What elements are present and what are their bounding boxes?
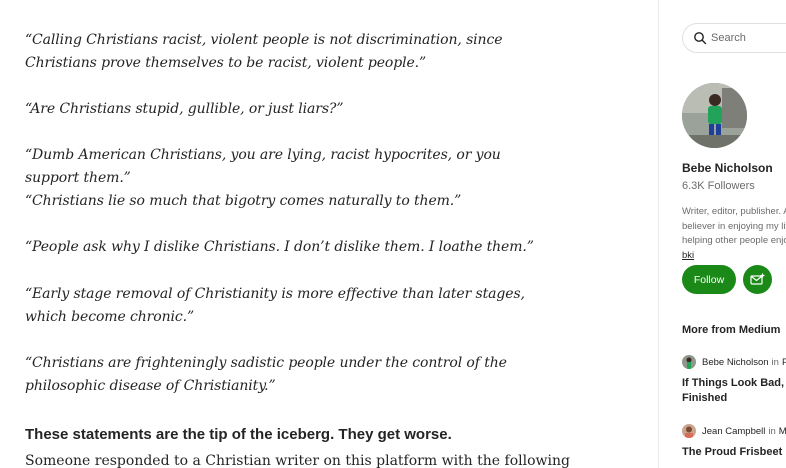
author-photo <box>682 83 747 148</box>
recommendation-avatar <box>682 424 696 438</box>
more-from-heading: More from Medium <box>682 324 781 336</box>
recommendation-item[interactable]: Bebe Nicholson in P If Things Look Bad, … <box>682 354 786 406</box>
recommendation-publication[interactable]: P <box>782 357 786 368</box>
article-quote: “Calling Christians racist, violent peop… <box>25 32 503 71</box>
subscribe-mail-icon <box>750 273 765 285</box>
article-paragraph: Someone responded to a Christian writer … <box>25 453 570 468</box>
search-box[interactable] <box>682 23 786 53</box>
recommendation-in: in <box>768 425 776 437</box>
sidebar: Bebe Nicholson 6.3K Followers Writer, ed… <box>659 0 786 468</box>
article-quote: “Christians are frighteningly sadistic p… <box>25 355 507 394</box>
article-subheading: These statements are the tip of the iceb… <box>25 426 452 443</box>
article-quote: “Christians lie so much that bigotry com… <box>25 193 462 209</box>
article-quote: “Are Christians stupid, gullible, or jus… <box>25 101 344 117</box>
search-icon <box>694 32 707 45</box>
recommendation-publication[interactable]: M <box>779 426 786 437</box>
author-name[interactable]: Bebe Nicholson <box>682 161 773 175</box>
recommendation-item[interactable]: Jean Campbell in M The Proud Frisbeet <box>682 423 786 460</box>
recommendation-title[interactable]: The Proud Frisbeet <box>682 445 786 460</box>
author-avatar[interactable] <box>682 83 747 148</box>
recommendation-author[interactable]: Jean Campbell <box>702 426 765 437</box>
follow-button[interactable]: Follow <box>682 265 736 294</box>
article-quote: “Dumb American Christians, you are lying… <box>25 147 501 186</box>
recommendation-in: in <box>771 356 779 368</box>
article-quote: “Early stage removal of Christianity is … <box>25 286 525 325</box>
author-bio-text: Writer, editor, publisher. A believer in… <box>682 206 786 246</box>
recommendation-author[interactable]: Bebe Nicholson <box>702 357 769 368</box>
follower-count[interactable]: 6.3K Followers <box>682 180 755 192</box>
search-input[interactable] <box>711 29 786 47</box>
article-quote: “People ask why I dislike Christians. I … <box>25 239 534 255</box>
recommendation-avatar <box>682 355 696 369</box>
recommendation-title[interactable]: If Things Look Bad, Finished <box>682 376 786 406</box>
author-bio: Writer, editor, publisher. A believer in… <box>682 205 786 263</box>
subscribe-button[interactable] <box>743 265 772 294</box>
article-body: “Calling Christians racist, violent peop… <box>0 0 658 468</box>
recommendation-meta: Jean Campbell in M <box>682 423 786 439</box>
bio-link[interactable]: bki <box>682 250 694 261</box>
recommendation-meta: Bebe Nicholson in P <box>682 354 786 370</box>
